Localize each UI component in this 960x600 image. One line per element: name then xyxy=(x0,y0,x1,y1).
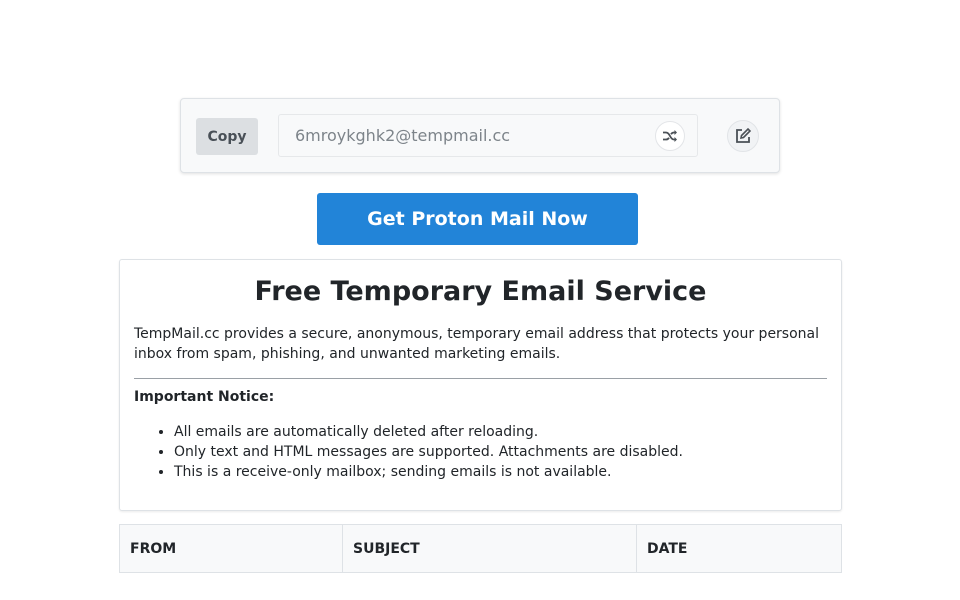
column-header-subject: SUBJECT xyxy=(343,525,637,572)
inbox-table: FROM SUBJECT DATE xyxy=(119,524,842,573)
notice-item: All emails are automatically deleted aft… xyxy=(174,422,814,442)
notice-title: Important Notice: xyxy=(134,389,275,405)
notice-list: All emails are automatically deleted aft… xyxy=(174,422,814,482)
notice-item: Only text and HTML messages are supporte… xyxy=(174,442,814,462)
email-address-text: 6mroykghk2@tempmail.cc xyxy=(295,126,511,145)
edit-icon xyxy=(736,127,752,143)
divider xyxy=(134,378,827,379)
info-description: TempMail.cc provides a secure, anonymous… xyxy=(134,326,820,362)
email-address-bar: Copy 6mroykghk2@tempmail.cc xyxy=(180,98,780,173)
info-title: Free Temporary Email Service xyxy=(254,276,707,307)
email-address-field[interactable]: 6mroykghk2@tempmail.cc xyxy=(278,114,698,157)
edit-button[interactable] xyxy=(727,120,759,152)
copy-button[interactable]: Copy xyxy=(196,118,258,155)
column-header-from: FROM xyxy=(120,525,343,572)
shuffle-button[interactable] xyxy=(655,121,685,151)
notice-item: This is a receive-only mailbox; sending … xyxy=(174,462,814,482)
column-header-date: DATE xyxy=(647,540,688,557)
get-proton-mail-button[interactable]: Get Proton Mail Now xyxy=(317,193,638,245)
shuffle-icon xyxy=(663,130,677,142)
info-card: Free Temporary Email Service TempMail.cc… xyxy=(119,259,842,511)
